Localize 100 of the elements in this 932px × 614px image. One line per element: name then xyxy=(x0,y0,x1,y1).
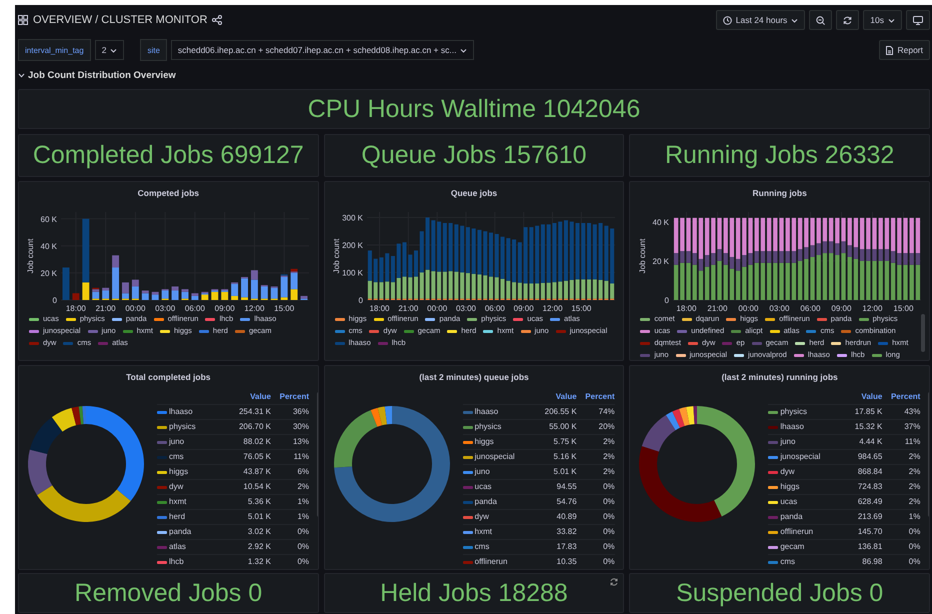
table-cell: 206.70 K xyxy=(238,422,271,432)
legend-label[interactable]: juno xyxy=(169,437,184,447)
legend-label[interactable]: higgs xyxy=(474,437,494,447)
legend-label[interactable]: physics xyxy=(474,422,502,432)
axis-title: Job count xyxy=(332,238,341,274)
table-cell: 30% xyxy=(292,422,309,432)
axis-tick-label: 18:00 xyxy=(66,304,86,313)
legend-label[interactable]: juno xyxy=(474,467,490,477)
legend-label[interactable]: lhaaso xyxy=(474,407,498,417)
table-cell: 2% xyxy=(908,467,920,477)
legend-label[interactable]: cms xyxy=(780,557,795,567)
panel-title: (last 2 minutes) queue jobs xyxy=(419,372,529,382)
axis-tick-label: 15:00 xyxy=(893,304,914,313)
table-cell: 0% xyxy=(603,512,615,522)
table-cell: 86.98 xyxy=(862,557,882,567)
table-cell: 17.83 xyxy=(556,542,577,552)
row-header[interactable]: Job Count Distribution Overview xyxy=(18,70,176,80)
column-header[interactable]: Value xyxy=(838,390,882,405)
table-cell: 2% xyxy=(908,497,920,507)
table-cell: 5.01 K xyxy=(248,512,271,522)
table-cell: 5.75 K xyxy=(554,437,577,447)
axis-tick-label: 12:00 xyxy=(244,304,265,313)
table-cell: 868.84 xyxy=(858,467,882,477)
table-cell: 0% xyxy=(603,527,615,537)
legend-label[interactable]: offlinerun xyxy=(474,557,508,567)
table-cell: 2% xyxy=(908,482,920,492)
table-cell: 0% xyxy=(297,557,309,567)
table-cell: 2% xyxy=(297,482,309,492)
legend-label[interactable]: physics xyxy=(169,422,196,432)
table-cell: 6% xyxy=(297,467,309,477)
axis-tick-label: 12:00 xyxy=(862,304,882,313)
table-cell: 984.65 xyxy=(858,452,882,462)
axis-tick-label: 0 xyxy=(52,296,58,305)
table-cell: 2% xyxy=(603,452,615,462)
legend-label[interactable]: cms xyxy=(169,452,184,462)
axis-tick-label: 03:00 xyxy=(155,304,176,313)
legend-label[interactable]: herd xyxy=(169,512,186,522)
variable-dropdown[interactable]: 2 xyxy=(94,40,124,60)
table-cell: 4.44 K xyxy=(859,437,882,447)
table-cell: 1% xyxy=(297,497,309,507)
legend-label[interactable]: junospecial xyxy=(780,452,820,462)
legend-label[interactable]: panda xyxy=(474,497,497,507)
panel-title: (last 2 minutes) running jobs xyxy=(722,372,838,382)
axis-tick-label: 15:00 xyxy=(274,304,295,313)
legend-label[interactable]: atlas xyxy=(169,542,186,552)
table-cell: 0% xyxy=(297,527,309,537)
axis-tick-label: 40 K xyxy=(40,242,58,251)
column-header[interactable]: Value xyxy=(227,390,271,405)
table-cell: 43% xyxy=(904,407,920,417)
legend-label[interactable]: offlinerun xyxy=(780,527,814,537)
table-cell: 36% xyxy=(292,407,309,417)
column-header[interactable]: Percent xyxy=(882,390,920,405)
legend-label[interactable]: higgs xyxy=(169,467,188,477)
legend-label[interactable]: dyw xyxy=(780,467,795,477)
panel-title: Running jobs xyxy=(752,188,807,198)
dashboard-breadcrumb[interactable]: OVERVIEW / CLUSTER MONITOR xyxy=(33,14,208,26)
table-cell: 11% xyxy=(904,437,920,447)
legend-label[interactable]: gecam xyxy=(780,542,804,552)
legend-label[interactable]: junospecial xyxy=(474,452,515,462)
legend-label[interactable]: juno xyxy=(780,437,796,447)
time-range-picker[interactable]: Last 24 hours xyxy=(716,10,806,30)
axis-tick-label: 21:00 xyxy=(96,304,116,313)
legend-label[interactable]: ucas xyxy=(474,482,492,492)
axis-tick-label: 100 K xyxy=(342,268,363,278)
table-cell: 74% xyxy=(598,407,615,417)
refresh-interval-picker[interactable]: 10s xyxy=(863,10,902,30)
table-cell: 0% xyxy=(908,542,920,552)
legend-label[interactable]: lhaaso xyxy=(169,407,193,417)
stat-value: Completed Jobs 699127 xyxy=(32,141,304,170)
legend-label[interactable]: dyw xyxy=(474,512,489,522)
column-header[interactable]: Percent xyxy=(576,390,615,405)
table-cell: 136.81 xyxy=(858,542,882,552)
legend-label[interactable]: lhcb xyxy=(169,557,184,567)
legend-label[interactable]: cms xyxy=(474,542,490,552)
axis-tick-label: 03:00 xyxy=(769,304,790,313)
legend-label[interactable]: higgs xyxy=(780,482,800,492)
legend-label[interactable]: hxmt xyxy=(169,497,186,507)
column-header[interactable]: Value xyxy=(532,390,577,405)
table-cell: 1.32 K xyxy=(248,557,271,567)
report-button[interactable]: Report xyxy=(879,40,930,60)
table-cell: 0% xyxy=(603,497,615,507)
legend-label[interactable]: panda xyxy=(780,512,803,522)
axis-tick-label: 06:00 xyxy=(800,304,820,313)
table-cell: 213.69 xyxy=(858,512,882,522)
column-header[interactable]: Percent xyxy=(271,390,309,405)
table-cell: 0% xyxy=(908,527,920,537)
variable-dropdown[interactable]: schedd06.ihep.ac.cn + schedd07.ihep.ac.cn + schedd08.ihep.ac.cn + sc... xyxy=(170,40,474,60)
table-cell: 5.01 K xyxy=(554,467,577,477)
axis-tick-label: 20 K xyxy=(652,256,669,266)
axis-tick-label: 20 K xyxy=(40,268,58,278)
legend-label[interactable]: lhaaso xyxy=(780,422,804,432)
legend-label[interactable]: panda xyxy=(169,527,192,537)
legend-label[interactable]: physics xyxy=(780,407,808,417)
axis-tick-label: 21:00 xyxy=(398,304,418,313)
axis-tick-label: 09:00 xyxy=(215,304,236,313)
legend-label[interactable]: hxmt xyxy=(474,527,492,537)
legend-label[interactable]: dyw xyxy=(169,482,184,492)
legend-label[interactable]: ucas xyxy=(780,497,798,507)
table-cell: 0% xyxy=(297,542,309,552)
axis-tick-label: 00:00 xyxy=(427,304,448,313)
